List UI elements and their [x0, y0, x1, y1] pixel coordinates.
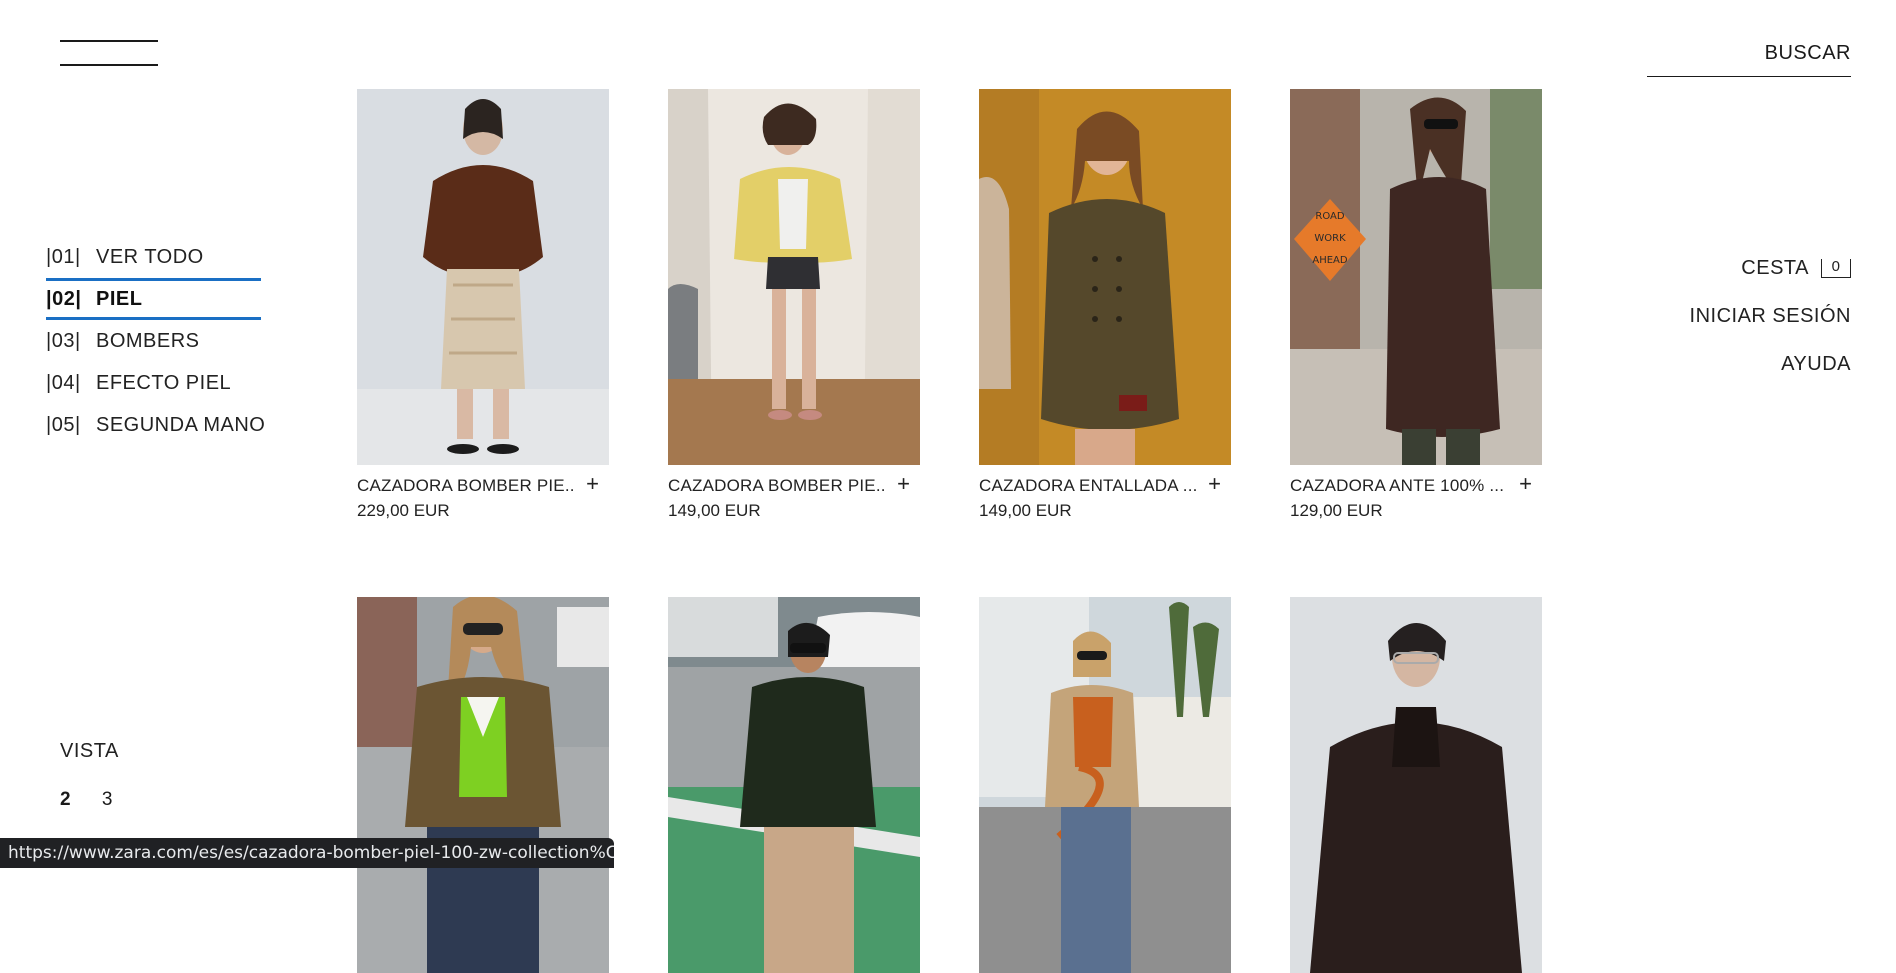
- product-image[interactable]: [668, 89, 920, 465]
- product-name[interactable]: CAZADORA ENTALLADA ...: [979, 476, 1197, 496]
- add-to-cart-plus-icon[interactable]: +: [586, 473, 599, 495]
- cart-link[interactable]: CESTA 0: [1690, 244, 1851, 292]
- category-number: |04|: [46, 371, 81, 394]
- category-item-piel[interactable]: |02| PIEL: [46, 278, 261, 320]
- search-label: BUSCAR: [1764, 42, 1851, 64]
- category-label: PIEL: [96, 287, 143, 310]
- category-item-bombers[interactable]: |03| BOMBERS: [46, 320, 286, 362]
- add-to-cart-plus-icon[interactable]: +: [897, 473, 910, 495]
- menu-line-top: [60, 40, 158, 42]
- menu-line-bottom: [60, 64, 158, 66]
- product-price: 229,00 EUR: [357, 501, 450, 520]
- product-card[interactable]: ROAD WORK AHEAD CAZADORA ANTE 100% ... 1…: [1290, 89, 1542, 526]
- view-selector: VISTA 2 3: [60, 740, 138, 811]
- add-to-cart-plus-icon[interactable]: +: [1519, 473, 1532, 495]
- product-card[interactable]: CAZADORA ENTALLADA ... 149,00 EUR +: [979, 89, 1231, 526]
- product-image[interactable]: [979, 89, 1231, 465]
- hamburger-menu-icon[interactable]: [60, 40, 158, 68]
- add-to-cart-plus-icon[interactable]: +: [1208, 473, 1221, 495]
- view-option-2[interactable]: 2: [60, 789, 71, 811]
- category-item-ver-todo[interactable]: |01| VER TODO: [46, 236, 286, 278]
- product-card[interactable]: CAZADORA BOMBER PIE... 149,00 EUR +: [668, 89, 920, 526]
- product-image[interactable]: [357, 597, 609, 973]
- product-price: 149,00 EUR: [668, 501, 761, 520]
- category-label: SEGUNDA MANO: [96, 413, 266, 436]
- product-card[interactable]: [668, 597, 920, 973]
- product-price: 129,00 EUR: [1290, 501, 1383, 520]
- category-item-segunda-mano[interactable]: |05| SEGUNDA MANO: [46, 404, 286, 446]
- product-card[interactable]: [1290, 597, 1542, 973]
- category-label: VER TODO: [96, 245, 204, 268]
- product-name[interactable]: CAZADORA BOMBER PIE...: [357, 476, 575, 496]
- product-card[interactable]: [357, 597, 609, 973]
- product-name[interactable]: CAZADORA BOMBER PIE...: [668, 476, 886, 496]
- cart-count-badge: 0: [1821, 259, 1851, 278]
- product-image[interactable]: [979, 597, 1231, 973]
- product-card[interactable]: CAZADORA BOMBER PIE... 229,00 EUR +: [357, 89, 609, 526]
- category-number: |02|: [46, 287, 82, 310]
- category-label: EFECTO PIEL: [96, 371, 232, 394]
- product-image[interactable]: [1290, 597, 1542, 973]
- svg-text:ROAD: ROAD: [1315, 211, 1344, 222]
- account-nav: CESTA 0 INICIAR SESIÓN AYUDA: [1690, 244, 1851, 388]
- product-name[interactable]: CAZADORA ANTE 100% ...: [1290, 476, 1508, 496]
- product-image[interactable]: [357, 89, 609, 465]
- product-price: 149,00 EUR: [979, 501, 1072, 520]
- category-item-efecto-piel[interactable]: |04| EFECTO PIEL: [46, 362, 286, 404]
- login-link[interactable]: INICIAR SESIÓN: [1690, 292, 1851, 340]
- svg-text:WORK: WORK: [1314, 233, 1346, 244]
- view-label: VISTA: [60, 740, 119, 762]
- help-link[interactable]: AYUDA: [1690, 340, 1851, 388]
- category-number: |05|: [46, 413, 81, 436]
- cart-label: CESTA: [1741, 257, 1809, 279]
- status-bar-url: https://www.zara.com/es/es/cazadora-bomb…: [0, 838, 614, 868]
- category-label: BOMBERS: [96, 329, 200, 352]
- product-image[interactable]: [668, 597, 920, 973]
- svg-text:AHEAD: AHEAD: [1312, 255, 1348, 266]
- category-number: |01|: [46, 245, 81, 268]
- category-nav: |01| VER TODO |02| PIEL |03| BOMBERS |04…: [46, 236, 286, 446]
- product-image[interactable]: ROAD WORK AHEAD: [1290, 89, 1542, 465]
- search-input[interactable]: BUSCAR: [1647, 38, 1851, 77]
- product-card[interactable]: [979, 597, 1231, 973]
- category-number: |03|: [46, 329, 81, 352]
- view-option-3[interactable]: 3: [102, 789, 113, 811]
